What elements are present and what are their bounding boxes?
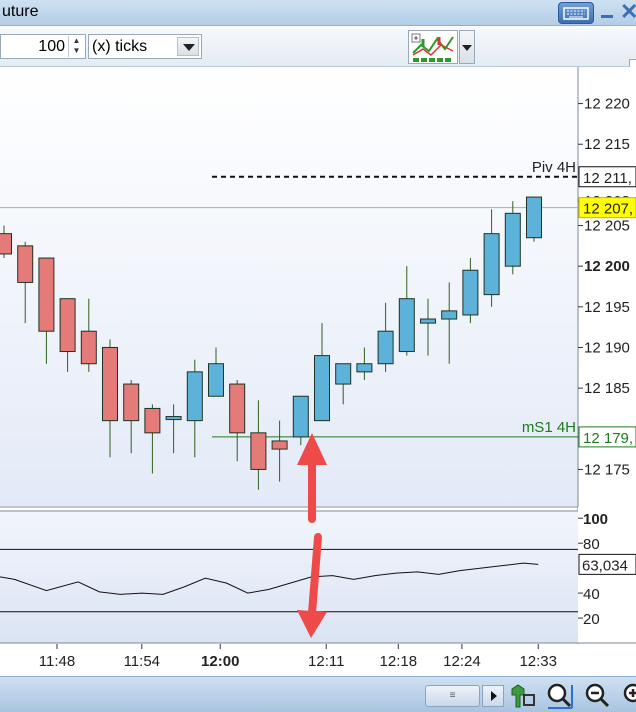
title-bar: uture ✕ xyxy=(0,0,636,26)
price-tick-label: 12 205 xyxy=(584,218,630,235)
candle-body xyxy=(504,212,521,267)
bottom-toolbar: ≡ xyxy=(0,676,636,712)
candle-body xyxy=(165,416,182,421)
unit-select[interactable]: (x) ticks xyxy=(88,34,202,59)
spin-arrows-icon[interactable]: ▲ ▼ xyxy=(68,36,84,57)
candle-body xyxy=(80,330,97,365)
candle-body xyxy=(186,371,203,422)
last-price-value: 12 207, xyxy=(583,201,633,218)
oscillator-tick-label: 100 xyxy=(583,511,608,528)
oscillator-current-value: 63,034 xyxy=(582,557,628,574)
price-tick-label: 12 185 xyxy=(584,380,630,397)
candle-body xyxy=(462,269,479,316)
oscillator-tick-label: 40 xyxy=(583,586,600,603)
oscillator-panel xyxy=(0,511,578,643)
candle-body xyxy=(314,355,330,422)
candle-body xyxy=(356,363,373,373)
price-tick-label: 12 200 xyxy=(584,258,630,275)
chart-area[interactable]: 12 22012 21512 20812 20512 20012 19512 1… xyxy=(0,67,636,676)
time-label: 12:33 xyxy=(519,653,557,670)
candle-body xyxy=(377,330,394,365)
window-title: uture xyxy=(2,3,39,20)
time-label: 12:00 xyxy=(201,653,239,670)
level-name: mS1 4H xyxy=(522,419,576,436)
candle-body xyxy=(292,395,309,438)
level-name: Piv 4H xyxy=(532,159,576,176)
quantity-value[interactable]: 100 xyxy=(38,38,65,56)
candle-body xyxy=(38,257,55,332)
candle-body xyxy=(483,233,500,296)
candle-body xyxy=(17,245,34,283)
oscillator-tick-label: 20 xyxy=(583,611,600,628)
zoom-fit-icon[interactable] xyxy=(544,681,574,711)
keyboard-icon xyxy=(563,7,589,20)
candle-body xyxy=(398,298,415,353)
close-button[interactable]: ✕ xyxy=(620,1,636,23)
candle-body xyxy=(271,440,288,450)
price-tick-label: 12 175 xyxy=(584,461,630,478)
price-tick-label: 12 220 xyxy=(584,96,630,113)
candle-body xyxy=(229,383,246,434)
level-value: 12 211, xyxy=(583,170,632,187)
candle-body xyxy=(208,363,224,397)
candle-body xyxy=(102,346,118,422)
candle-body xyxy=(335,363,352,385)
level-value: 12 179, xyxy=(583,430,633,447)
time-label: 12:24 xyxy=(443,653,481,670)
scroll-thumb[interactable]: ≡ xyxy=(425,685,480,707)
zoom-out-icon[interactable] xyxy=(582,681,612,711)
candle-body xyxy=(144,407,161,434)
pointer-tool-icon[interactable] xyxy=(508,681,538,711)
scroll-right-button[interactable] xyxy=(482,685,504,707)
indicators-button[interactable] xyxy=(408,30,458,64)
time-label: 12:18 xyxy=(380,653,418,670)
oscillator-tick-label: 80 xyxy=(583,536,600,553)
indicators-dropdown[interactable] xyxy=(459,30,475,64)
unit-selected-value: (x) ticks xyxy=(92,38,148,55)
price-tick-label: 12 190 xyxy=(584,339,630,356)
time-label: 12:11 xyxy=(308,653,344,670)
chevron-down-icon[interactable] xyxy=(177,37,199,56)
candle-body xyxy=(250,432,267,470)
candle-body xyxy=(420,318,436,324)
keyboard-button[interactable] xyxy=(558,2,594,24)
candle-body xyxy=(526,196,542,239)
price-tick-label: 12 215 xyxy=(584,136,630,153)
candle-body xyxy=(441,310,458,320)
time-label: 11:48 xyxy=(39,653,75,670)
candle-body xyxy=(0,233,12,255)
time-label: 11:54 xyxy=(124,653,160,670)
chart-toolbar: 100 ▲ ▼ (x) ticks xyxy=(0,27,636,89)
candle-body xyxy=(123,383,140,422)
quantity-stepper[interactable]: 100 ▲ ▼ xyxy=(0,34,86,59)
zoom-in-icon[interactable] xyxy=(620,681,636,711)
price-tick-label: 12 195 xyxy=(584,299,630,316)
candle-body xyxy=(59,298,76,353)
indicators-icon xyxy=(411,33,454,62)
minimize-button[interactable] xyxy=(597,2,617,22)
